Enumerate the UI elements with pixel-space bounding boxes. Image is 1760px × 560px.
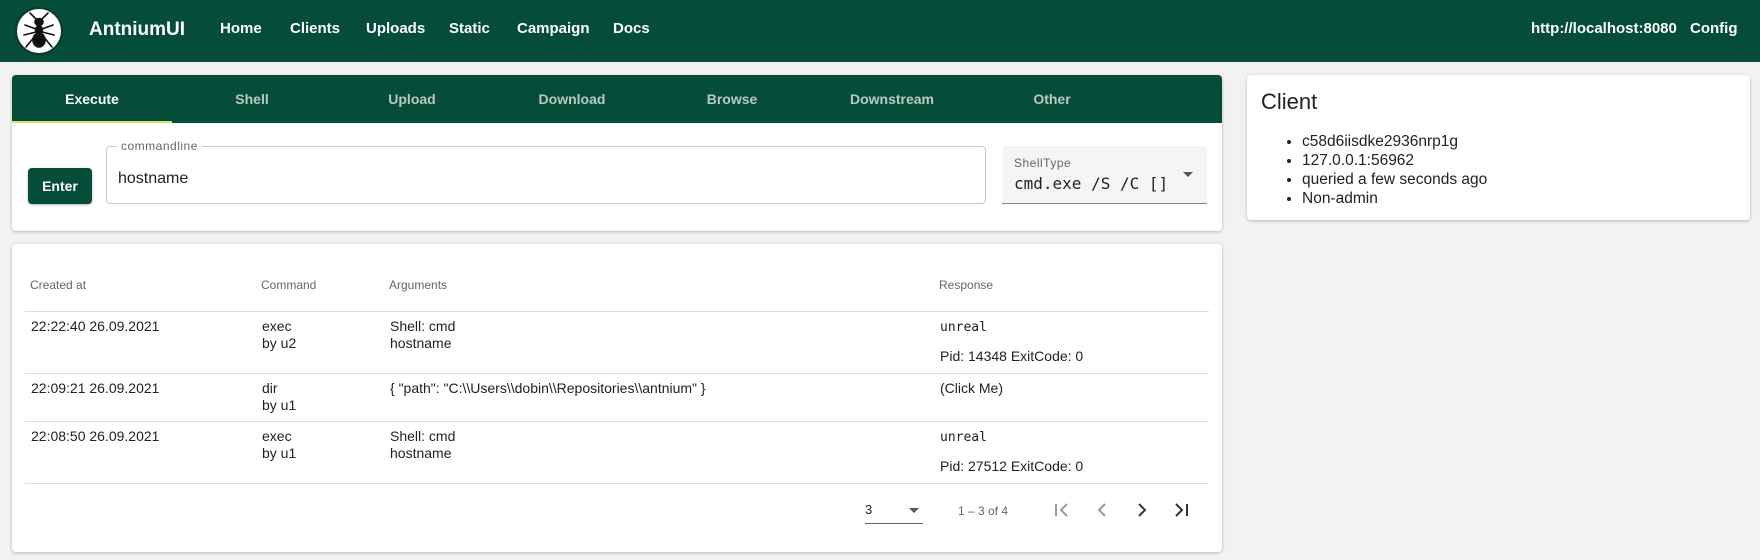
nav-uploads[interactable]: Uploads (366, 20, 425, 37)
arguments-cell-line2: hostname (390, 335, 452, 351)
command-user-cell: by u1 (262, 445, 297, 461)
table-bottom-divider (25, 483, 1209, 484)
tab-other[interactable]: Other (972, 75, 1132, 123)
nav-campaign[interactable]: Campaign (517, 20, 590, 37)
arguments-cell-line2: hostname (390, 445, 452, 461)
top-navbar: AntniumUI Home Clients Uploads Static Ca… (0, 0, 1760, 62)
shelltype-label: ShellType (1014, 156, 1072, 170)
nav-home[interactable]: Home (220, 20, 262, 37)
first-page-icon[interactable] (1048, 496, 1076, 524)
tab-download[interactable]: Download (492, 75, 652, 123)
rows-per-page-value: 3 (865, 502, 873, 517)
config-link[interactable]: Config (1690, 20, 1737, 37)
client-privilege: Non-admin (1302, 189, 1487, 208)
app-brand[interactable]: AntniumUI (89, 19, 185, 41)
prev-page-icon[interactable] (1088, 496, 1116, 524)
row-divider (25, 421, 1209, 422)
tab-upload[interactable]: Upload (332, 75, 492, 123)
client-title: Client (1261, 89, 1318, 114)
table-divider (25, 311, 1209, 312)
response-output: unreal (940, 320, 987, 335)
response-output: unreal (940, 430, 987, 445)
chevron-down-icon[interactable] (909, 508, 919, 513)
commandline-field[interactable]: commandline hostname (106, 139, 986, 204)
ant-logo-icon[interactable] (15, 7, 63, 55)
tab-downstream[interactable]: Downstream (812, 75, 972, 123)
page-range: 1 – 3 of 4 (958, 504, 1009, 518)
header-arguments: Arguments (389, 278, 448, 292)
header-command: Command (261, 278, 317, 292)
nav-clients[interactable]: Clients (290, 20, 340, 37)
tab-browse[interactable]: Browse (652, 75, 812, 123)
command-cell: exec (262, 318, 292, 334)
arguments-cell: Shell: cmd (390, 428, 456, 444)
commandline-label: commandline (117, 139, 202, 153)
arguments-cell: Shell: cmd (390, 318, 456, 334)
created-at-cell: 22:09:21 26.09.2021 (31, 380, 160, 396)
header-response: Response (939, 278, 994, 292)
command-user-cell: by u2 (262, 335, 297, 351)
chevron-down-icon[interactable] (1183, 172, 1193, 177)
command-card: Execute Shell Upload Download Browse Dow… (12, 75, 1222, 231)
client-info-card: Client c58d6iisdke2936nrp1g 127.0.0.1:56… (1247, 75, 1750, 220)
arguments-cell: { "path": "C:\\Users\\dobin\\Repositorie… (390, 380, 706, 396)
header-created-at: Created at (30, 278, 87, 292)
created-at-cell: 22:08:50 26.09.2021 (31, 428, 160, 444)
command-cell: dir (262, 380, 278, 396)
shelltype-value[interactable]: cmd.exe /S /C [] (1014, 174, 1168, 193)
shelltype-select[interactable]: ShellType cmd.exe /S /C [] (1002, 146, 1207, 204)
nav-docs[interactable]: Docs (613, 20, 650, 37)
commandline-input[interactable]: hostname (118, 170, 188, 188)
response-status: Pid: 14348 ExitCode: 0 (940, 348, 1084, 364)
tab-shell[interactable]: Shell (172, 75, 332, 123)
last-page-icon[interactable] (1167, 496, 1195, 524)
response-click-me-link[interactable]: (Click Me) (940, 380, 1003, 397)
row-divider (25, 373, 1209, 374)
command-history-card: Created at Command Arguments Response 22… (12, 244, 1222, 552)
rows-per-page-select[interactable]: 3 (865, 502, 923, 524)
command-tabs: Execute Shell Upload Download Browse Dow… (12, 75, 1222, 123)
client-address: 127.0.0.1:56962 (1302, 151, 1487, 170)
client-id: c58d6iisdke2936nrp1g (1302, 132, 1487, 151)
client-details-list: c58d6iisdke2936nrp1g 127.0.0.1:56962 que… (1302, 132, 1487, 208)
command-user-cell: by u1 (262, 397, 297, 413)
command-cell: exec (262, 428, 292, 444)
nav-static[interactable]: Static (449, 20, 490, 37)
tab-execute[interactable]: Execute (12, 75, 172, 123)
enter-button[interactable]: Enter (28, 168, 92, 204)
server-url-link[interactable]: http://localhost:8080 (1531, 20, 1677, 37)
response-status: Pid: 27512 ExitCode: 0 (940, 458, 1084, 474)
next-page-icon[interactable] (1128, 496, 1156, 524)
created-at-cell: 22:22:40 26.09.2021 (31, 318, 160, 334)
client-last-seen: queried a few seconds ago (1302, 170, 1487, 189)
